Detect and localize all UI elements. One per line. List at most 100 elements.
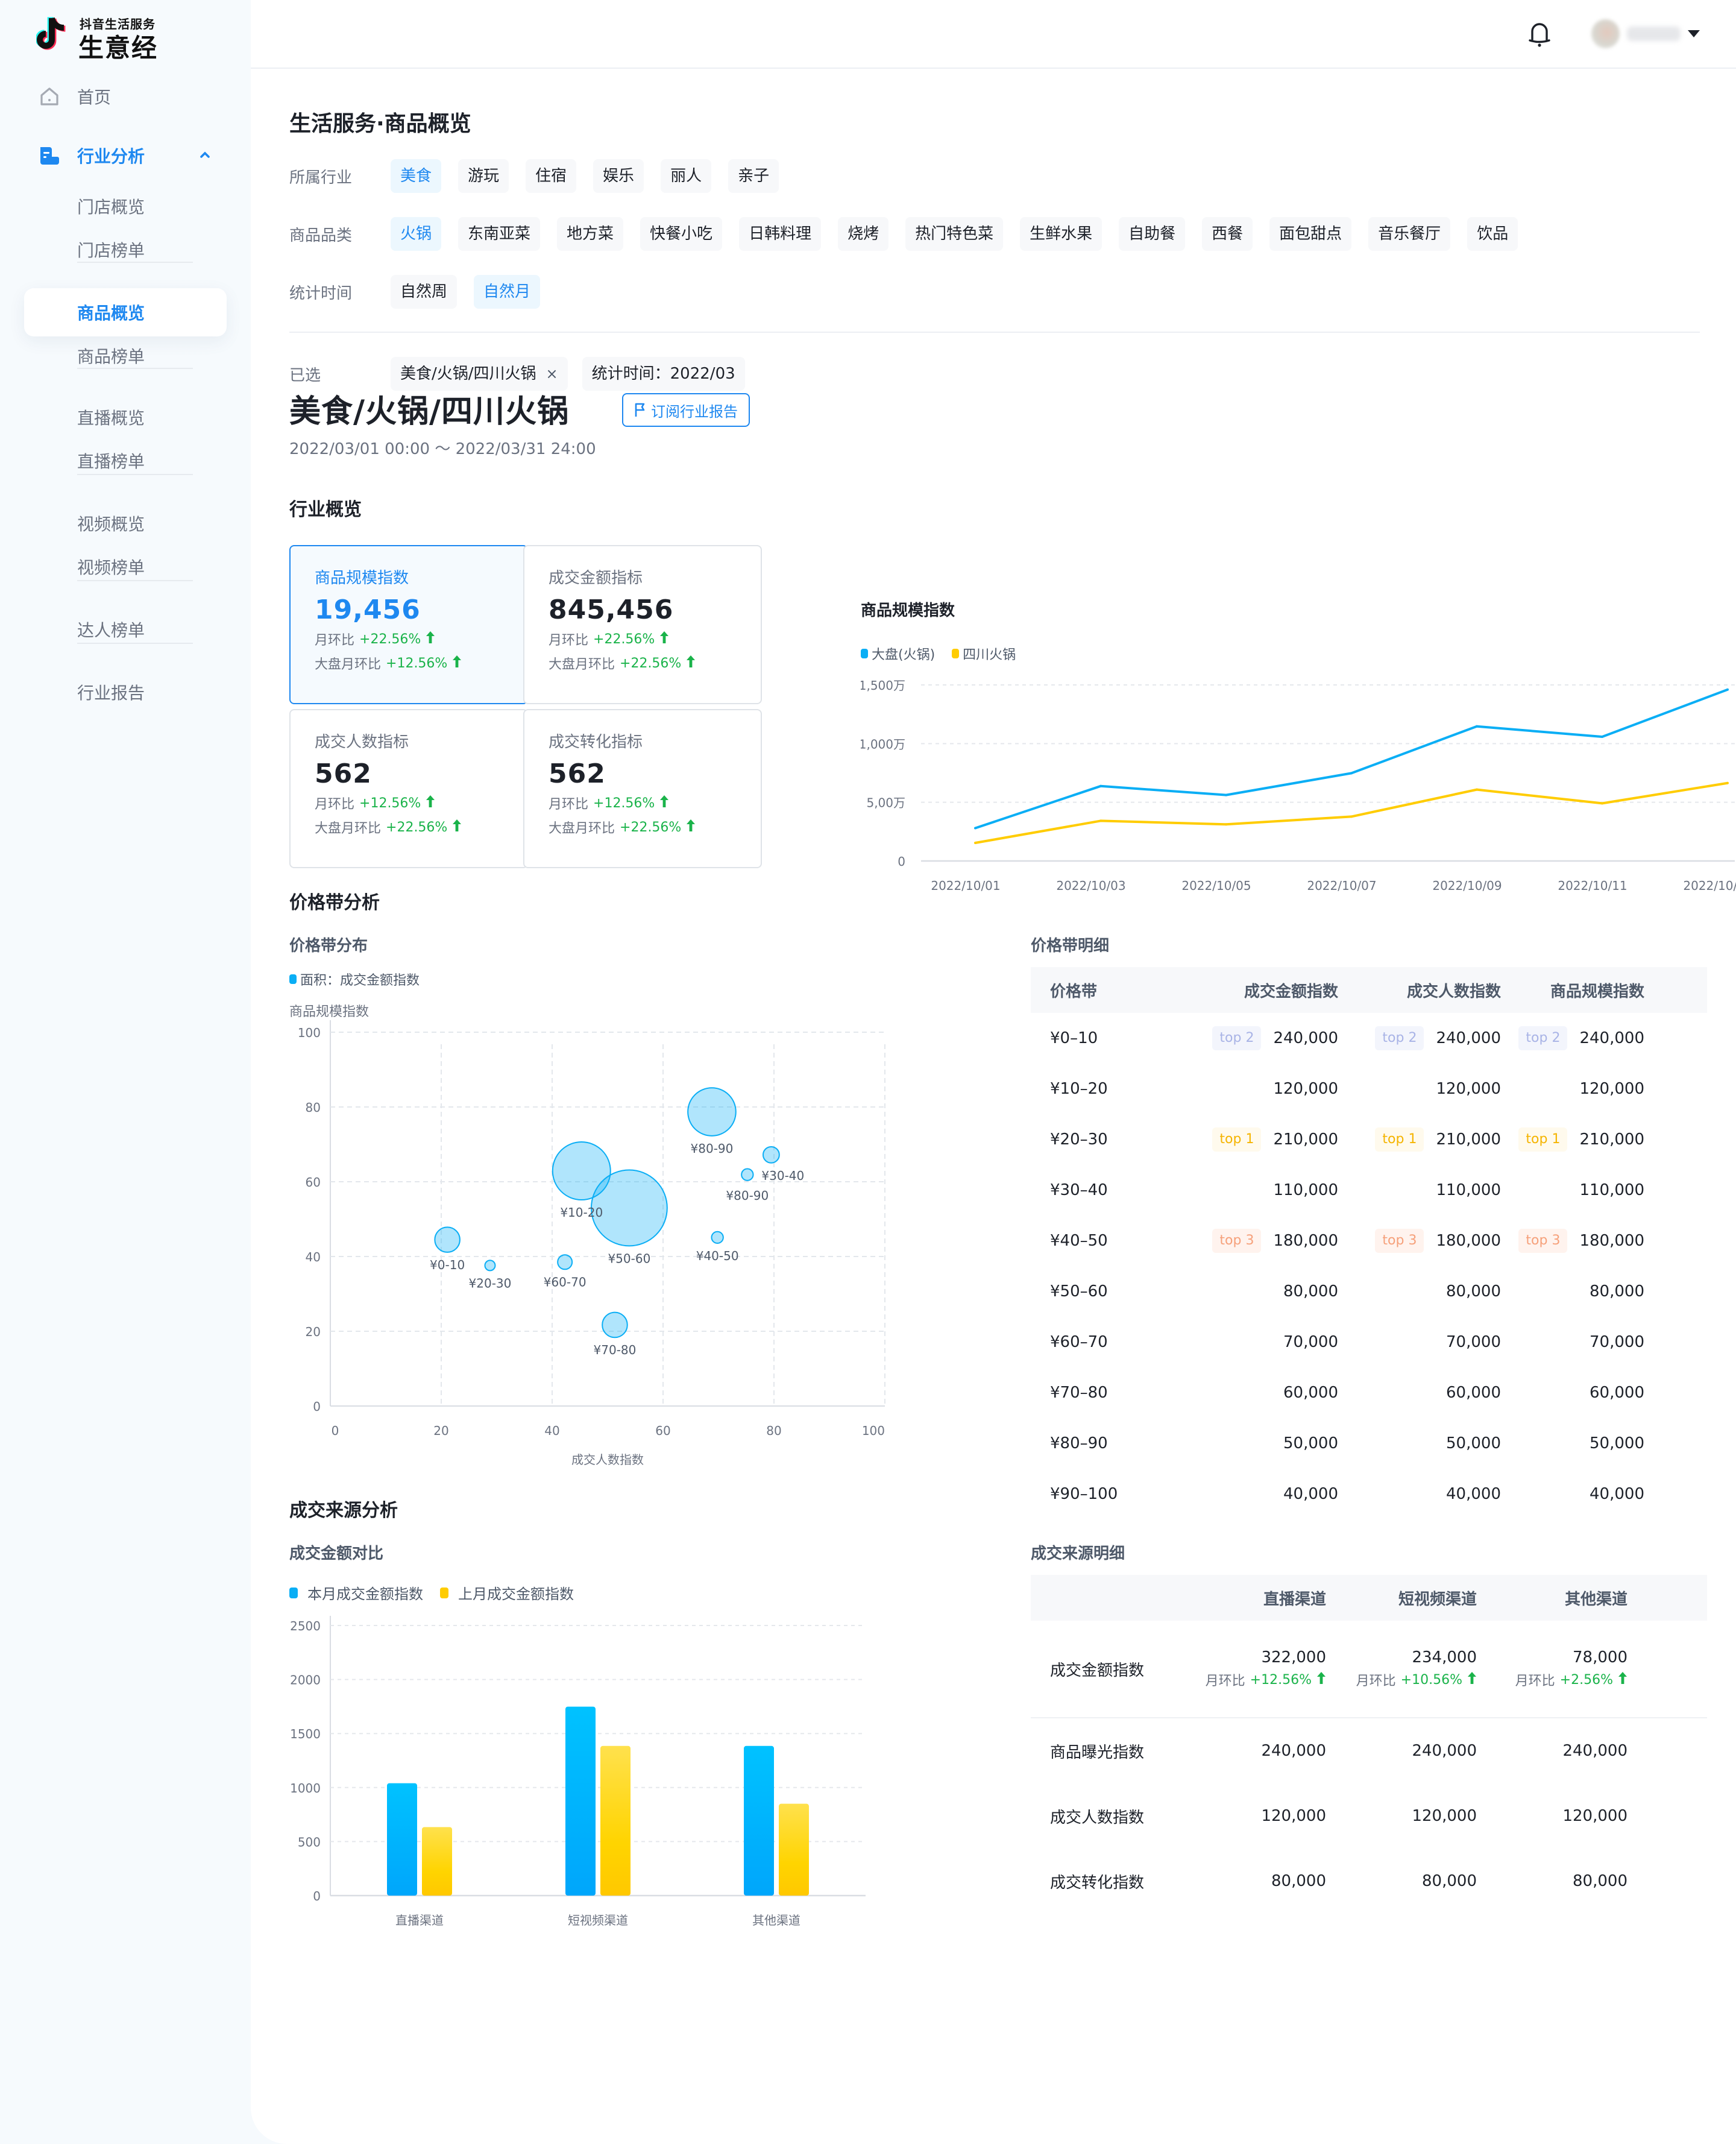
sidebar-item-store-overview[interactable]: 门店概览 bbox=[24, 182, 227, 230]
kpi-value: 845,456 bbox=[549, 594, 674, 625]
line-point[interactable] bbox=[1225, 793, 1227, 796]
chevron-up-icon[interactable] bbox=[198, 147, 212, 162]
filter-tag[interactable]: 游玩 bbox=[458, 159, 509, 193]
market-mom-value: +22.56% bbox=[620, 819, 682, 835]
metric-label: 成交人数指数 bbox=[1050, 1808, 1145, 1827]
sidebar-item-store-ranking[interactable]: 门店榜单 bbox=[24, 225, 227, 274]
brand-logo[interactable]: 抖音生活服务 生意经 bbox=[36, 12, 229, 63]
kpi-card[interactable]: 成交转化指标 562 月环比 +12.56% 大盘月环比 +22.56% bbox=[523, 709, 762, 868]
bar-this-month[interactable] bbox=[744, 1745, 774, 1896]
mom-label: 月环比 bbox=[1515, 1674, 1555, 1689]
bar-last-month[interactable] bbox=[422, 1827, 452, 1896]
kpi-market-mom: 大盘月环比 +22.56% bbox=[315, 818, 462, 837]
line-point[interactable] bbox=[1601, 736, 1603, 739]
table-row: ¥70–80 60,000 60,000 60,000 bbox=[1031, 1367, 1707, 1418]
kpi-card[interactable]: 成交金额指标 845,456 月环比 +22.56% 大盘月环比 +22.56% bbox=[523, 545, 762, 704]
line-point[interactable] bbox=[1726, 688, 1729, 691]
line-point[interactable] bbox=[974, 827, 976, 830]
filter-tag[interactable]: 亲子 bbox=[728, 159, 779, 193]
cell-value: 120,000 bbox=[1261, 1807, 1326, 1825]
bar-last-month[interactable] bbox=[600, 1745, 631, 1896]
filter-tag[interactable]: 娱乐 bbox=[593, 159, 644, 193]
bubble[interactable] bbox=[741, 1168, 754, 1181]
sidebar-item-influencer-ranking[interactable]: 达人榜单 bbox=[24, 605, 227, 654]
bubble[interactable] bbox=[484, 1260, 496, 1272]
subscribe-report-button[interactable]: 订阅行业报告 bbox=[622, 393, 750, 427]
sidebar-item-live-ranking[interactable]: 直播榜单 bbox=[24, 437, 227, 485]
line-point[interactable] bbox=[1601, 802, 1603, 805]
filter-tag[interactable]: 自然月 bbox=[474, 275, 541, 309]
filter-tag[interactable]: 烧烤 bbox=[838, 217, 889, 251]
kpi-label: 商品规模指数 bbox=[315, 569, 409, 587]
bubble[interactable] bbox=[434, 1226, 461, 1253]
kpi-card[interactable]: 成交人数指标 562 月环比 +12.56% 大盘月环比 +22.56% bbox=[289, 709, 528, 868]
column-header[interactable]: 成交金额指数 bbox=[1175, 979, 1338, 1001]
kpi-card[interactable]: 商品规模指数 19,456 月环比 +22.56% 大盘月环比 +12.56% bbox=[289, 545, 528, 704]
legend-item-last-month[interactable]: 上月成交金额指数 bbox=[440, 1582, 574, 1603]
sidebar-item-video-ranking[interactable]: 视频榜单 bbox=[24, 543, 227, 591]
filter-tag[interactable]: 住宿 bbox=[526, 159, 577, 193]
table-header: 价格带 成交金额指数 成交人数指数 商品规模指数 bbox=[1031, 967, 1707, 1013]
filter-tag[interactable]: 火锅 bbox=[391, 217, 442, 251]
filter-tag[interactable]: 日韩料理 bbox=[739, 217, 822, 251]
bar-last-month[interactable] bbox=[779, 1803, 809, 1896]
column-header[interactable]: 商品规模指数 bbox=[1501, 979, 1664, 1001]
line-point[interactable] bbox=[1350, 772, 1353, 775]
legend-item-this-month[interactable]: 本月成交金额指数 bbox=[289, 1582, 423, 1603]
bell-icon[interactable] bbox=[1525, 19, 1554, 48]
legend-item-market[interactable]: 大盘(火锅) bbox=[861, 644, 935, 663]
filter-tag[interactable]: 饮品 bbox=[1467, 217, 1518, 251]
line-point[interactable] bbox=[1726, 781, 1729, 784]
filter-tag[interactable]: 面包甜点 bbox=[1269, 217, 1352, 251]
sidebar-item-live-overview[interactable]: 直播概览 bbox=[24, 393, 227, 441]
rank-badge: top 3 bbox=[1518, 1229, 1568, 1253]
line-series-0[interactable] bbox=[975, 688, 1728, 830]
bubble[interactable] bbox=[557, 1254, 573, 1270]
filter-tag[interactable]: 西餐 bbox=[1202, 217, 1253, 251]
line-point[interactable] bbox=[974, 842, 976, 845]
sidebar-item-home[interactable]: 首页 bbox=[24, 72, 227, 121]
y-axis-title: 商品规模指数 bbox=[289, 1004, 370, 1020]
filter-tag[interactable]: 美食 bbox=[391, 159, 442, 193]
legend-item-sichuan[interactable]: 四川火锅 bbox=[952, 644, 1016, 663]
column-header[interactable]: 成交人数指数 bbox=[1338, 979, 1501, 1001]
value-cell: 240,000 bbox=[1477, 1742, 1647, 1760]
line-point[interactable] bbox=[1350, 815, 1353, 818]
filter-label: 所属行业 bbox=[289, 168, 353, 187]
kpi-market-mom: 大盘月环比 +22.56% bbox=[549, 818, 696, 837]
bar-this-month[interactable] bbox=[565, 1706, 596, 1896]
line-point[interactable] bbox=[1099, 819, 1102, 822]
filter-tag[interactable]: 音乐餐厅 bbox=[1368, 217, 1451, 251]
value-cell: 240,000 bbox=[1326, 1742, 1477, 1760]
line-series-1[interactable] bbox=[975, 781, 1728, 844]
bubble[interactable] bbox=[602, 1311, 628, 1338]
sidebar-item-product-ranking[interactable]: 商品榜单 bbox=[24, 332, 227, 380]
sidebar-item-industry-report[interactable]: 行业报告 bbox=[24, 668, 227, 716]
value-cell: 120,000 bbox=[1501, 1080, 1664, 1098]
line-point[interactable] bbox=[1476, 725, 1478, 728]
bubble[interactable] bbox=[687, 1087, 737, 1137]
sidebar-group-industry-analysis[interactable]: 行业分析 bbox=[24, 131, 227, 180]
line-point[interactable] bbox=[1099, 784, 1102, 787]
filter-tag[interactable]: 丽人 bbox=[661, 159, 712, 193]
table-row: ¥30–40 110,000 110,000 110,000 bbox=[1031, 1165, 1707, 1215]
filter-tag[interactable]: 东南亚菜 bbox=[458, 217, 541, 251]
source-table: 直播渠道 短视频渠道 其他渠道 成交金额指数 322,000 月环比 +12.56% 234,… bbox=[1031, 1575, 1707, 1914]
bubble[interactable] bbox=[711, 1231, 724, 1244]
filter-tag[interactable]: 地方菜 bbox=[557, 217, 624, 251]
line-point[interactable] bbox=[1225, 823, 1227, 826]
bar-this-month[interactable] bbox=[387, 1783, 417, 1896]
user-menu[interactable] bbox=[1591, 19, 1700, 48]
filter-tag[interactable]: 热门特色菜 bbox=[905, 217, 1004, 251]
filter-tag[interactable]: 快餐小吃 bbox=[640, 217, 723, 251]
filter-tag[interactable]: 自助餐 bbox=[1119, 217, 1186, 251]
mom-line: 月环比 +2.56% bbox=[1515, 1670, 1628, 1689]
line-point[interactable] bbox=[1476, 788, 1478, 791]
mom-label: 月环比 bbox=[549, 797, 589, 812]
filter-tag[interactable]: 自然周 bbox=[391, 275, 458, 309]
sidebar-item-video-overview[interactable]: 视频概览 bbox=[24, 499, 227, 547]
filter-tag[interactable]: 生鲜水果 bbox=[1020, 217, 1102, 251]
analysis-icon bbox=[39, 145, 60, 166]
sidebar-item-product-overview[interactable]: 商品概览 bbox=[24, 288, 227, 336]
bubble[interactable] bbox=[762, 1146, 780, 1164]
